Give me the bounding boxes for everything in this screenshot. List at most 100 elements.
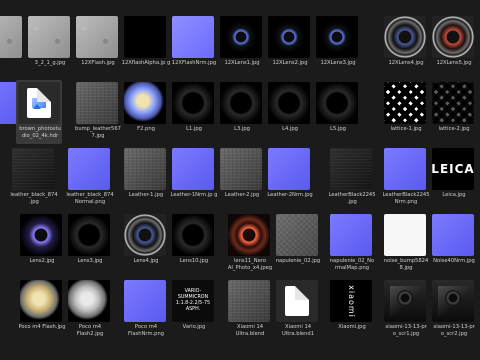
thumbnail bbox=[220, 82, 262, 124]
thumbnail bbox=[124, 16, 166, 58]
file-tile[interactable]: napulenie_02_No rmalMap.png bbox=[330, 214, 378, 280]
file-name: L1.jpg bbox=[186, 126, 202, 132]
file-tile[interactable] bbox=[0, 16, 28, 82]
file-name: L3.jpg bbox=[234, 126, 250, 132]
file-tile[interactable]: leather_black_874 .jpg bbox=[10, 148, 60, 214]
thumbnail bbox=[76, 82, 118, 124]
thumbnail bbox=[0, 16, 22, 58]
thumbnail bbox=[220, 16, 262, 58]
xiaomi-logo-text: xiaomi bbox=[346, 284, 356, 318]
thumbnail bbox=[276, 214, 318, 256]
thumbnail bbox=[172, 16, 214, 58]
file-name: L5.jpg bbox=[330, 126, 346, 132]
file-tile[interactable]: L3.jpg bbox=[220, 82, 268, 148]
thumbnail bbox=[124, 280, 166, 322]
thumbnail bbox=[172, 82, 214, 124]
thumbnail bbox=[68, 148, 110, 190]
file-name: xiaomi-13-13-pr o_scr1.jpg bbox=[385, 324, 427, 337]
file-name: leather_black_874 Normal.png bbox=[66, 192, 114, 205]
file-tile[interactable]: LeatherBlack2245 .jpg bbox=[328, 148, 378, 214]
file-tile[interactable]: noise_bump5824 8.jpg bbox=[384, 214, 432, 280]
file-name: Poco m4 Flash.jpg bbox=[18, 324, 66, 330]
file-tile[interactable]: Poco m4 Flash2.jpg bbox=[68, 280, 116, 346]
thumbnail bbox=[20, 214, 62, 256]
file-name: Xiaomi 14 Ultra.blend1 bbox=[281, 324, 315, 337]
file-name: Poco m4 Flash2.jpg bbox=[76, 324, 104, 337]
file-tile[interactable]: napulenie_02.jpg bbox=[276, 214, 324, 280]
file-tile[interactable]: Poco m4 Flash.jpg bbox=[18, 280, 68, 346]
file-name: Xiaomi 14 Ultra.blend bbox=[235, 324, 265, 337]
file-tile[interactable]: lens11_Nero AI_Photo_x4.jpeg bbox=[228, 214, 276, 280]
file-name: napulenie_02.jpg bbox=[275, 258, 321, 264]
thumbnail bbox=[276, 280, 318, 322]
file-name: Lens2.jpg bbox=[29, 258, 55, 264]
thumbnail bbox=[432, 82, 474, 124]
file-name: leather_black_874 .jpg bbox=[10, 192, 58, 205]
file-tile[interactable]: 12XFlash.jpg bbox=[76, 16, 124, 82]
thumbnail bbox=[384, 82, 426, 124]
file-name: 12XflashAlpha.jp g bbox=[121, 60, 171, 66]
file-tile[interactable]: 3_2_1_g.jpg bbox=[28, 16, 76, 82]
thumbnail bbox=[18, 82, 60, 124]
file-tile[interactable]: LeatherBlack2245 Nrm.png bbox=[382, 148, 432, 214]
file-tile[interactable]: Lens4.jpg bbox=[124, 214, 172, 280]
file-tile[interactable]: Xiaomi 14 Ultra.blend1 bbox=[276, 280, 324, 346]
file-tile[interactable]: lattice-1.jpg bbox=[384, 82, 432, 148]
file-name: napulenie_02_No rmalMap.png bbox=[329, 258, 375, 271]
file-tile[interactable]: 12XflashAlpha.jp g bbox=[121, 16, 172, 82]
file-tile[interactable]: xiaomi-13-13-pr o_scr2.jpg bbox=[432, 280, 480, 346]
file-name: 12XLens5.jpg bbox=[436, 60, 472, 66]
file-name: Leica.jpg bbox=[442, 192, 466, 198]
thumbnail bbox=[76, 16, 118, 58]
file-tile[interactable]: 12XLens4.jpg bbox=[384, 16, 432, 82]
file-tile[interactable]: Leather-2.jpg bbox=[220, 148, 268, 214]
file-tile[interactable]: leather_black_874 Normal.png bbox=[66, 148, 116, 214]
file-tile[interactable]: F2.png bbox=[124, 82, 172, 148]
thumbnail bbox=[384, 214, 426, 256]
file-tile[interactable]: Leather-1Nrm.jp g bbox=[171, 148, 220, 214]
file-tile[interactable]: Leather-1.jpg bbox=[124, 148, 172, 214]
file-tile[interactable]: xiaomi Xiaomi.jpg bbox=[330, 280, 378, 346]
thumbnail bbox=[268, 148, 310, 190]
file-tile[interactable]: 12XLens2.jpg bbox=[268, 16, 316, 82]
file-name: xiaomi-13-13-pr o_scr2.jpg bbox=[433, 324, 475, 337]
file-tile[interactable]: 12XLens5.jpg bbox=[432, 16, 480, 82]
file-tile[interactable]: brown_photostu dio_02_4k.hdr bbox=[16, 80, 66, 148]
file-name: 12XLens1.jpg bbox=[224, 60, 260, 66]
file-name: LeatherBlack2245 Nrm.png bbox=[382, 192, 430, 205]
file-name: F2.png bbox=[137, 126, 155, 132]
file-name: 3_2_1_g.jpg bbox=[34, 60, 66, 66]
file-name: 12XLens4.jpg bbox=[388, 60, 424, 66]
file-tile[interactable]: Xiaomi 14 Ultra.blend bbox=[228, 280, 276, 346]
file-tile[interactable]: L4.jpg bbox=[268, 82, 316, 148]
vario-text: VARIO-SUMMICRON 1:1.8-2.2/5-75 ASPH. bbox=[175, 289, 211, 312]
file-tile[interactable]: VARIO-SUMMICRON 1:1.8-2.2/5-75 ASPH. Vari… bbox=[172, 280, 220, 346]
thumbnail bbox=[330, 148, 372, 190]
file-tile[interactable]: Lens2.jpg bbox=[20, 214, 68, 280]
thumbnail: LEICA bbox=[432, 148, 474, 190]
file-tile[interactable]: Lens10.jpg bbox=[172, 214, 220, 280]
file-tile[interactable]: Lens3.jpg bbox=[68, 214, 116, 280]
thumbnail: xiaomi bbox=[330, 280, 372, 322]
file-name: 12XFlash.jpg bbox=[81, 60, 115, 66]
file-tile[interactable]: Noise40Nrm.jpg bbox=[432, 214, 480, 280]
file-name: lattice-1.jpg bbox=[390, 126, 422, 132]
file-tile[interactable]: Leather-2Nrm.jpg bbox=[267, 148, 316, 214]
thumbnail bbox=[124, 148, 166, 190]
thumbnail bbox=[432, 280, 474, 322]
thumbnail bbox=[432, 214, 474, 256]
file-tile[interactable]: 12XFlashNrm.jpg bbox=[172, 16, 220, 82]
file-tile[interactable]: L1.jpg bbox=[172, 82, 220, 148]
file-tile[interactable]: Poco m4 FlashNrm.png bbox=[124, 280, 172, 346]
camera-icon bbox=[397, 290, 413, 306]
file-tile[interactable]: L5.jpg bbox=[316, 82, 364, 148]
file-tile[interactable]: 12XLens1.jpg bbox=[220, 16, 268, 82]
file-tile[interactable]: xiaomi-13-13-pr o_scr1.jpg bbox=[384, 280, 432, 346]
file-tile[interactable]: bump_leather567 7.jpg bbox=[75, 82, 124, 148]
file-grid: 3_2_1_g.jpg 12XFlash.jpg 12XflashAlpha.jp … bbox=[0, 0, 480, 360]
file-tile[interactable]: 12XLens3.jpg bbox=[316, 16, 364, 82]
file-tile[interactable]: LEICA Leica.jpg bbox=[432, 148, 480, 214]
file-name: L4.jpg bbox=[282, 126, 298, 132]
file-tile[interactable]: lattice-2.jpg bbox=[432, 82, 480, 148]
file-name: 12XFlashNrm.jpg bbox=[171, 60, 217, 66]
